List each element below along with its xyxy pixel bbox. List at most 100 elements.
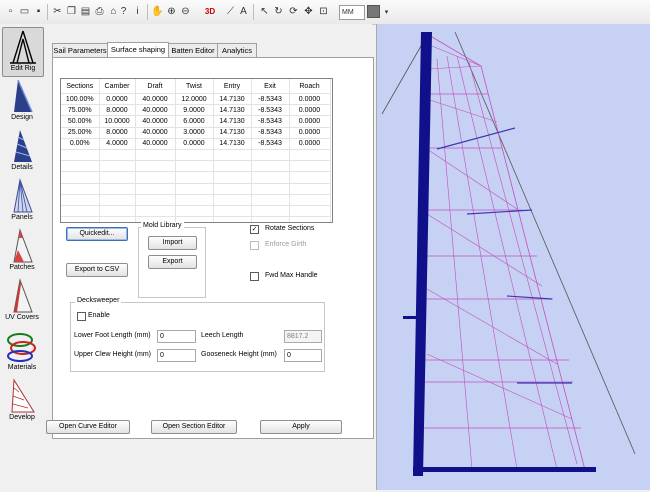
column-header[interactable]: Entry — [213, 79, 252, 94]
table-cell[interactable]: 8.0000 — [99, 104, 136, 117]
column-header[interactable]: Camber — [99, 79, 136, 94]
fit-view-icon[interactable]: ⊡ — [317, 5, 330, 18]
gooseneck-height-input[interactable]: 0 — [284, 349, 322, 362]
table-cell[interactable]: 10.0000 — [99, 115, 136, 128]
tab-surface-shaping[interactable]: Surface shaping — [107, 42, 169, 57]
new-file-icon[interactable]: ▫ — [4, 5, 17, 18]
text-tool-icon[interactable]: A — [237, 5, 250, 18]
measure-icon[interactable]: ⟋ — [224, 5, 237, 18]
table-row-empty — [61, 160, 331, 173]
move-icon[interactable]: ✥ — [302, 5, 315, 18]
table-cell[interactable]: 40.0000 — [135, 138, 176, 150]
table-cell[interactable]: 6.0000 — [175, 115, 214, 128]
table-cell[interactable]: 50.00% — [61, 115, 100, 128]
column-header[interactable]: Roach — [289, 79, 331, 94]
table-cell[interactable]: 40.0000 — [135, 127, 176, 139]
table-cell[interactable]: -8.5343 — [251, 115, 290, 128]
table-cell[interactable]: 100.00% — [61, 93, 100, 106]
backstay-line — [454, 31, 636, 455]
rail-item-edit-rig[interactable]: Edit Rig — [2, 27, 44, 77]
table-row[interactable]: 25.00% 8.0000 40.0000 3.0000 14.7130 -8.5343 0… — [61, 127, 331, 139]
table-cell[interactable]: 0.0000 — [99, 93, 136, 106]
open-section-editor-button[interactable]: Open Section Editor — [151, 420, 237, 434]
table-row[interactable]: 100.00% 0.0000 40.0000 12.0000 14.7130 -8.534… — [61, 93, 331, 106]
pan-hand-icon[interactable]: ✋ — [151, 5, 164, 18]
table-row[interactable]: 75.00% 8.0000 40.0000 9.0000 14.7130 -8.5343 0… — [61, 104, 331, 117]
table-cell[interactable]: 40.0000 — [135, 104, 176, 117]
table-row[interactable]: 50.00% 10.0000 40.0000 6.0000 14.7130 -8.5343… — [61, 115, 331, 128]
table-cell[interactable]: 9.0000 — [175, 104, 214, 117]
zoom-out-icon[interactable]: ⊖ — [179, 5, 192, 18]
chevron-down-icon[interactable]: ▾ — [380, 5, 393, 18]
table-cell[interactable]: 40.0000 — [135, 93, 176, 106]
save-icon[interactable]: ▪ — [32, 5, 45, 18]
table-cell[interactable]: 25.00% — [61, 127, 100, 139]
table-cell[interactable]: 0.00% — [61, 138, 100, 150]
rail-item-design[interactable]: Design — [2, 77, 42, 125]
quickedit-button[interactable]: Quickedit... — [66, 227, 128, 241]
unit-dropdown[interactable]: MM — [339, 5, 365, 20]
paste-icon[interactable]: ▤ — [79, 5, 92, 18]
column-header[interactable]: Sections — [61, 79, 100, 94]
copy-icon[interactable]: ❐ — [65, 5, 78, 18]
apply-button[interactable]: Apply — [260, 420, 342, 434]
table-cell[interactable]: -8.5343 — [251, 104, 290, 117]
table-cell[interactable]: -8.5343 — [251, 127, 290, 139]
table-cell[interactable]: 0.0000 — [289, 115, 331, 128]
3d-view-button[interactable]: 3D — [202, 5, 218, 18]
print-icon[interactable]: ⎙ — [93, 5, 106, 18]
table-row[interactable]: 0.00% 4.0000 40.0000 0.0000 14.7130 -8.5343 0.… — [61, 138, 331, 150]
rotate-icon[interactable]: ↻ — [272, 5, 285, 18]
table-cell[interactable]: 3.0000 — [175, 127, 214, 139]
rail-item-panels[interactable]: Panels — [2, 177, 42, 225]
sections-grid[interactable]: Sections Camber Draft Twist Entry Exit R… — [60, 78, 333, 223]
cut-icon[interactable]: ✂ — [51, 5, 64, 18]
table-cell[interactable]: -8.5343 — [251, 138, 290, 150]
table-cell[interactable]: 12.0000 — [175, 93, 214, 106]
table-cell[interactable]: 0.0000 — [175, 138, 214, 150]
tab-batten-editor[interactable]: Batten Editor — [168, 43, 218, 57]
open-folder-icon[interactable]: ▭ — [18, 5, 31, 18]
table-cell[interactable]: 14.7130 — [213, 127, 252, 139]
column-header[interactable]: Draft — [135, 79, 176, 94]
tab-sail-parameters[interactable]: Sail Parameters — [52, 43, 108, 57]
rail-item-uv-covers[interactable]: UV Covers — [2, 277, 42, 325]
rail-item-details[interactable]: Details — [2, 127, 42, 175]
table-cell[interactable]: 14.7130 — [213, 93, 252, 106]
table-cell[interactable]: 0.0000 — [289, 127, 331, 139]
table-cell[interactable]: 0.0000 — [289, 93, 331, 106]
import-button[interactable]: Import — [148, 236, 197, 250]
orbit-icon[interactable]: ⟳ — [287, 5, 300, 18]
decksweeper-enable-checkbox[interactable] — [77, 312, 86, 321]
lower-foot-length-input[interactable]: 0 — [157, 330, 196, 343]
rail-item-patches[interactable]: Patches — [2, 227, 42, 275]
table-cell[interactable]: -8.5343 — [251, 93, 290, 106]
rotate-sections-checkbox[interactable]: ✓ — [250, 225, 259, 234]
rail-item-materials[interactable]: Materials — [2, 327, 42, 375]
zoom-in-icon[interactable]: ⊕ — [165, 5, 178, 18]
table-cell[interactable]: 14.7130 — [213, 115, 252, 128]
column-header[interactable]: Exit — [251, 79, 290, 94]
color-swatch[interactable] — [367, 5, 380, 18]
table-cell[interactable]: 40.0000 — [135, 115, 176, 128]
export-csv-button[interactable]: Export to CSV — [66, 263, 128, 277]
rail-item-develop[interactable]: Develop — [2, 377, 42, 425]
help-icon[interactable]: ? — [117, 5, 130, 18]
table-cell[interactable]: 14.7130 — [213, 104, 252, 117]
table-cell[interactable]: 75.00% — [61, 104, 100, 117]
table-cell[interactable]: 0.0000 — [289, 104, 331, 117]
fwd-max-handle-checkbox[interactable] — [250, 272, 259, 281]
column-header[interactable]: Twist — [175, 79, 214, 94]
upper-clew-height-input[interactable]: 0 — [157, 349, 196, 362]
open-curve-editor-button[interactable]: Open Curve Editor — [46, 420, 130, 434]
select-arrow-icon[interactable]: ↖ — [258, 5, 271, 18]
export-button[interactable]: Export — [148, 255, 197, 269]
table-cell[interactable]: 8.0000 — [99, 127, 136, 139]
sail-3d-viewport[interactable] — [376, 24, 650, 490]
rail-label: Edit Rig — [10, 65, 36, 72]
table-cell[interactable]: 14.7130 — [213, 138, 252, 150]
info-icon[interactable]: i — [131, 5, 144, 18]
tab-analytics[interactable]: Analytics — [217, 43, 257, 57]
table-cell[interactable]: 0.0000 — [289, 138, 331, 150]
table-cell[interactable]: 4.0000 — [99, 138, 136, 150]
